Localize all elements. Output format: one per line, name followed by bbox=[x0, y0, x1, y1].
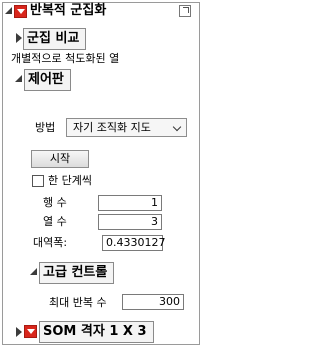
red-menu-icon[interactable] bbox=[24, 325, 37, 338]
advanced-controls-header[interactable]: 고급 컨트롤 bbox=[39, 262, 115, 284]
single-step-checkbox[interactable] bbox=[32, 175, 44, 187]
som-grid-header[interactable]: SOM 격자 1 X 3 bbox=[39, 321, 154, 343]
cluster-compare-header[interactable]: 군집 비교 bbox=[23, 28, 87, 50]
control-panel-header[interactable]: 제어판 bbox=[24, 69, 71, 91]
report-title: 반복적 군집화 bbox=[30, 3, 107, 18]
rows-field[interactable]: 1 bbox=[98, 195, 162, 211]
collapse-icon[interactable] bbox=[15, 75, 22, 82]
expand-icon[interactable] bbox=[16, 327, 22, 337]
rows-label: 행 수 bbox=[43, 196, 67, 209]
panel-options-icon[interactable] bbox=[179, 5, 191, 17]
red-menu-icon[interactable] bbox=[14, 5, 27, 18]
start-button[interactable]: 시작 bbox=[31, 150, 89, 168]
expand-icon[interactable] bbox=[16, 33, 22, 43]
collapse-icon[interactable] bbox=[30, 268, 37, 275]
method-label: 방법 bbox=[35, 121, 56, 134]
method-value: 자기 조직화 지도 bbox=[73, 121, 151, 134]
cols-label: 열 수 bbox=[43, 215, 67, 228]
single-step-label: 한 단계씩 bbox=[48, 174, 92, 187]
cols-field[interactable]: 3 bbox=[98, 214, 162, 230]
chevron-down-icon bbox=[172, 122, 182, 132]
bandwidth-field[interactable]: 0.4330127 bbox=[102, 235, 166, 251]
method-select[interactable]: 자기 조직화 지도 bbox=[66, 118, 187, 137]
bandwidth-label: 대역폭: bbox=[33, 236, 68, 249]
max-iter-label: 최대 반복 수 bbox=[49, 296, 107, 309]
max-iter-field[interactable]: 300 bbox=[122, 294, 184, 310]
collapse-icon[interactable] bbox=[5, 7, 12, 14]
scaling-note: 개별적으로 척도화된 열 bbox=[11, 52, 120, 65]
